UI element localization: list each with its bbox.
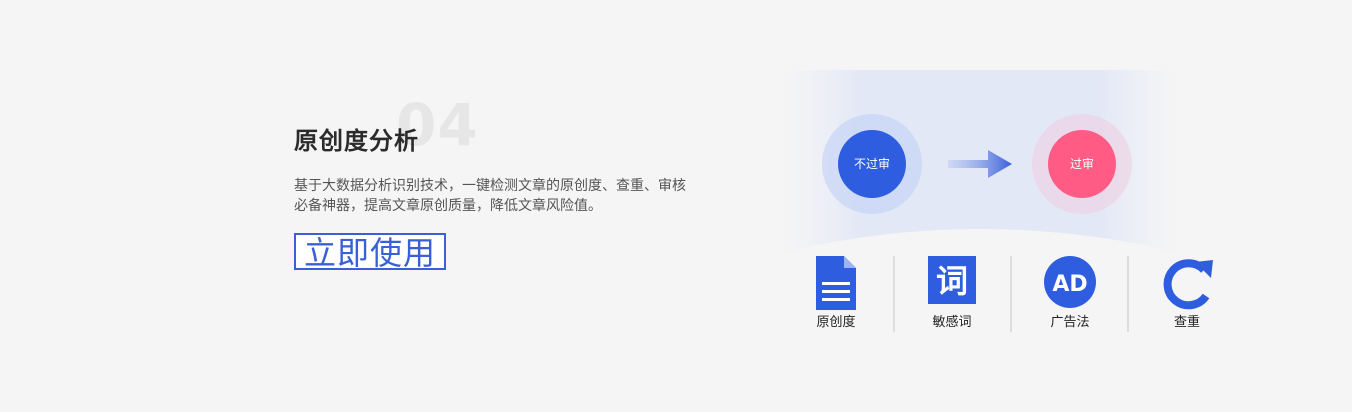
sensitive-word-icon: 词 — [928, 256, 976, 304]
document-icon — [816, 256, 856, 310]
sensitive-word-glyph: 词 — [936, 262, 968, 300]
tool-sensitive-words[interactable]: 词 敏感词 — [912, 256, 992, 332]
ad-glyph: AD — [1052, 272, 1087, 297]
divider — [1010, 256, 1012, 332]
tool-label-originality: 原创度 — [816, 315, 856, 330]
tool-label-ad-law: 广告法 — [1050, 315, 1090, 330]
divider — [1127, 256, 1129, 332]
tool-originality[interactable]: 原创度 — [796, 256, 876, 332]
approved-circle: 过审 — [1048, 130, 1116, 198]
ad-icon: AD — [1044, 256, 1096, 308]
section-title: 原创度分析 — [294, 127, 419, 155]
tool-label-duplicate-check: 查重 — [1173, 315, 1200, 330]
arrow-right-icon — [948, 150, 1012, 178]
tool-duplicate-check[interactable]: 查重 — [1147, 256, 1227, 332]
divider — [893, 256, 895, 332]
tool-ad-law[interactable]: AD 广告法 — [1030, 256, 1110, 332]
tool-label-sensitive-words: 敏感词 — [932, 315, 972, 330]
use-now-button[interactable]: 立即使用 — [294, 233, 446, 272]
not-approved-circle: 不过审 — [838, 130, 906, 198]
section-description: 基于大数据分析识别技术，一键检测文章的原创度、查重、审核必备神器，提高文章原创质… — [294, 178, 686, 214]
refresh-icon — [1163, 259, 1213, 310]
